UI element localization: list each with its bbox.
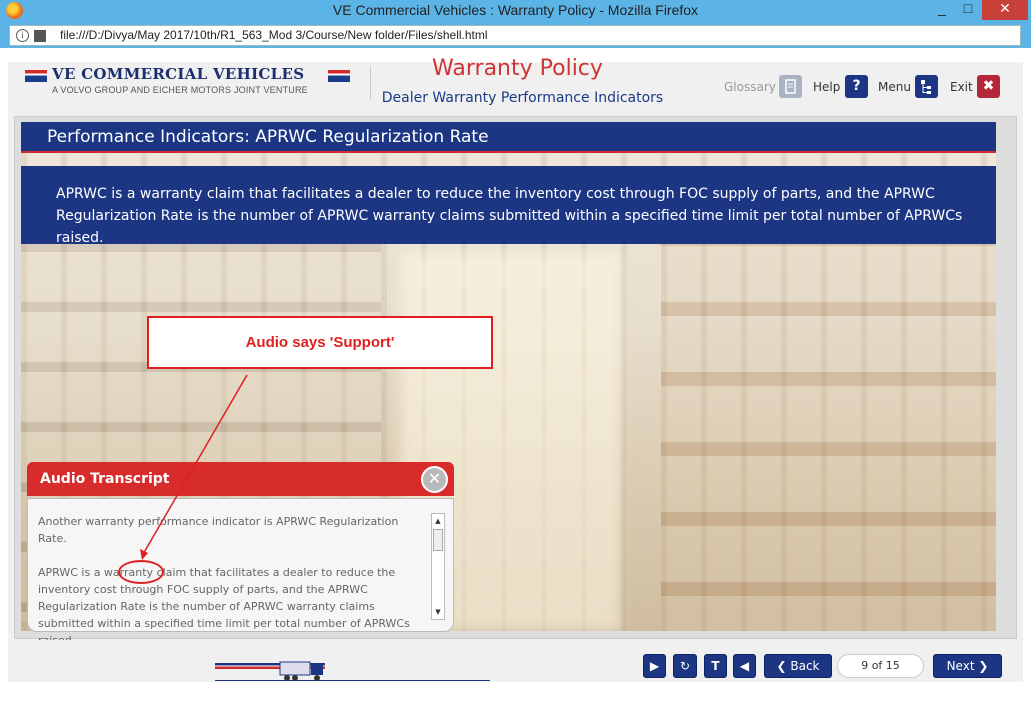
slide-title: Performance Indicators: APRWC Regulariza…	[47, 127, 489, 147]
audio-button[interactable]: ◀	[733, 654, 756, 678]
address-bar: i file:///D:/Divya/May 2017/10th/R1_563_…	[0, 22, 1031, 48]
menu-label[interactable]: Menu	[878, 76, 911, 98]
window-titlebar: VE Commercial Vehicles : Warranty Policy…	[0, 0, 1031, 22]
tree-icon	[921, 80, 931, 94]
page-icon	[34, 30, 46, 42]
minimize-button[interactable]: _	[930, 0, 954, 20]
window-title: VE Commercial Vehicles : Warranty Policy…	[332, 2, 699, 18]
maximize-button[interactable]: □	[956, 0, 980, 20]
url-field[interactable]: i file:///D:/Divya/May 2017/10th/R1_563_…	[9, 25, 1021, 46]
play-button[interactable]: ▶	[643, 654, 666, 678]
logo-stripe-right	[328, 70, 350, 82]
transcript-paragraph: APRWC is a warranty claim that facilitat…	[38, 566, 410, 647]
transcript-paragraph: Another warranty performance indicator i…	[38, 515, 399, 545]
url-text: file:///D:/Divya/May 2017/10th/R1_563_Mo…	[60, 28, 488, 42]
scroll-up-icon[interactable]: ▲	[433, 515, 443, 527]
page-counter: 9 of 15	[837, 654, 924, 678]
page-bottom	[0, 692, 1031, 721]
exit-icon[interactable]: ✖	[977, 75, 1000, 98]
close-transcript-button[interactable]: ✕	[421, 466, 448, 493]
header-divider	[370, 66, 371, 100]
menu-icon[interactable]	[915, 75, 938, 98]
glossary-label[interactable]: Glossary	[724, 76, 776, 98]
next-button[interactable]: Next ❯	[933, 654, 1002, 678]
slide-title-bar: Performance Indicators: APRWC Regulariza…	[21, 122, 996, 152]
course-subtitle: Dealer Warranty Performance Indicators	[381, 90, 664, 106]
info-icon[interactable]: i	[16, 29, 29, 42]
annotation-circle	[118, 560, 164, 584]
glossary-icon[interactable]	[779, 75, 802, 98]
transcript-body: Another warranty performance indicator i…	[27, 498, 454, 647]
title-underline	[21, 151, 996, 153]
course-title: Warranty Policy	[432, 56, 603, 81]
brand-name: VE COMMERCIAL VEHICLES	[52, 65, 305, 83]
definition-text: APRWC is a warranty claim that facilitat…	[56, 186, 963, 246]
audio-transcript-panel: Audio Transcript ✕ Another warranty perf…	[27, 462, 454, 647]
truck-icon	[279, 661, 323, 681]
scroll-down-icon[interactable]: ▼	[433, 606, 443, 618]
book-icon	[785, 79, 796, 94]
transcript-header: Audio Transcript ✕	[27, 462, 454, 496]
footer-rule	[215, 680, 490, 681]
annotation-text: Audio says 'Support'	[245, 334, 395, 351]
definition-banner: APRWC is a warranty claim that facilitat…	[21, 166, 996, 246]
annotation-callout: Audio says 'Support'	[147, 316, 493, 369]
brand-subtitle: A VOLVO GROUP AND EICHER MOTORS JOINT VE…	[52, 85, 308, 95]
transcript-scrollbar[interactable]: ▲ ▼	[431, 513, 445, 620]
logo-stripe-left	[25, 70, 47, 82]
transcript-heading: Audio Transcript	[40, 471, 170, 487]
exit-label[interactable]: Exit	[950, 76, 973, 98]
transcript-toggle-button[interactable]: T	[704, 654, 727, 678]
shelf-right	[661, 232, 996, 631]
close-window-button[interactable]: ✕	[982, 0, 1028, 20]
back-button[interactable]: ❮ Back	[764, 654, 832, 678]
help-label[interactable]: Help	[813, 76, 840, 98]
help-icon[interactable]: ?	[845, 75, 868, 98]
replay-button[interactable]: ↻	[673, 654, 697, 678]
scroll-thumb[interactable]	[433, 529, 443, 551]
